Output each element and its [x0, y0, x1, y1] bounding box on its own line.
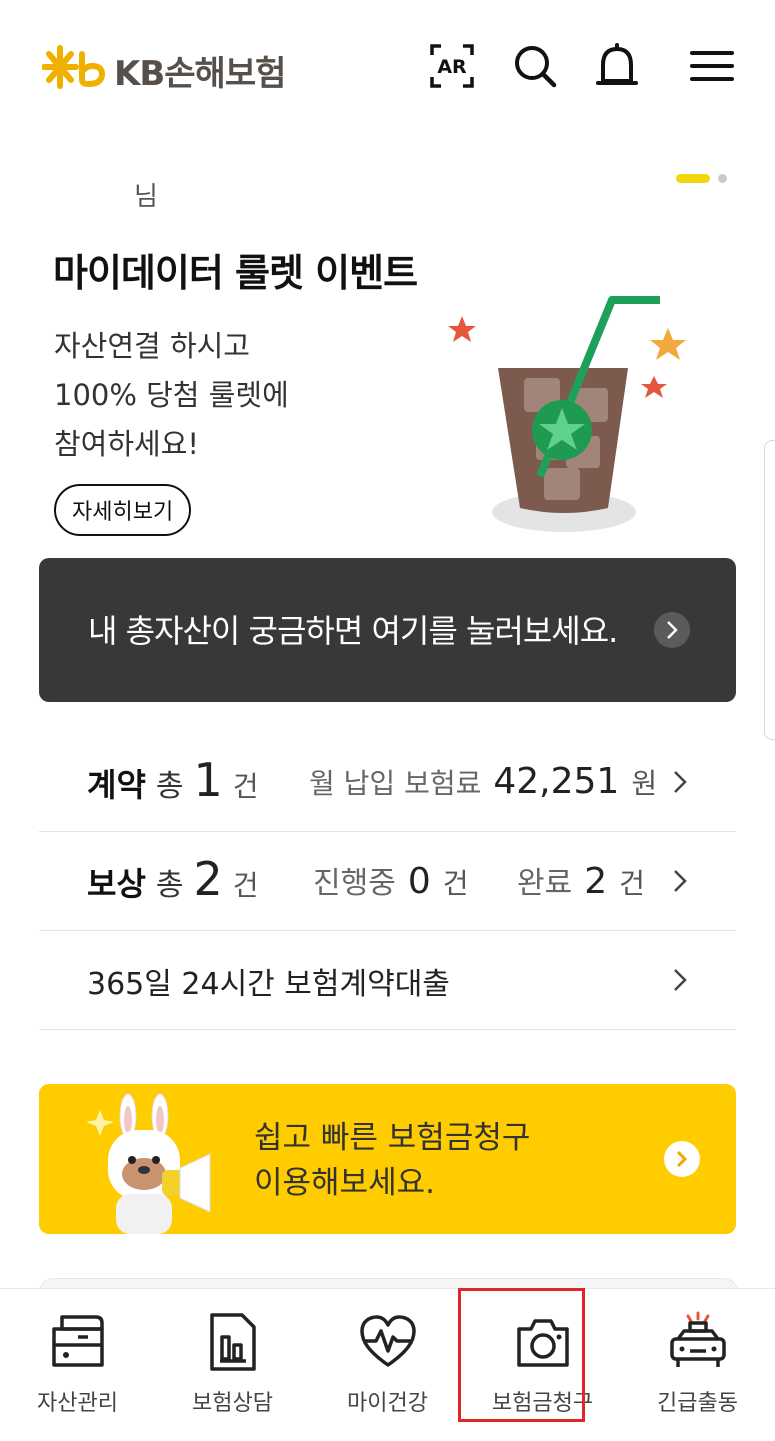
heart-pulse-icon	[359, 1315, 416, 1367]
search-icon[interactable]	[511, 42, 559, 90]
claim-label: 보상	[87, 865, 146, 903]
brand-logo-text: KB손해보험	[114, 54, 286, 94]
contract-total-word: 총	[155, 769, 184, 804]
claim-summary-row[interactable]: 보상 총 2 건 진행중 0 건 완료 2 건	[39, 832, 736, 931]
contract-count-group: 계약 총 1 건	[87, 753, 259, 807]
contract-count-unit: 건	[232, 770, 259, 803]
banner-page-indicator	[676, 174, 727, 183]
in-progress-label: 진행중	[313, 866, 396, 901]
premium-unit: 원	[631, 767, 658, 800]
banner-title: 마이데이터 룰렛 이벤트	[53, 251, 418, 295]
total-assets-text: 내 총자산이 궁금하면 여기를 눌러보세요.	[88, 612, 618, 650]
done-label: 완료	[517, 866, 573, 901]
insurance-loan-row[interactable]: 365일 24시간 보험계약대출	[39, 931, 736, 1030]
premium-label: 월 납입 보험료	[309, 767, 482, 800]
premium-group: 월 납입 보험료 42,251 원	[309, 761, 657, 802]
banner-description: 자산연결 하시고 100% 당첨 룰렛에 참여하세요!	[54, 329, 289, 461]
claim-count-unit: 건	[232, 869, 259, 902]
nav-item-emergency-dispatch[interactable]: 긴급출동	[620, 1289, 775, 1441]
menu-icon[interactable]	[688, 42, 736, 90]
ar-icon[interactable]: AR	[428, 42, 476, 90]
indicator-active-dot	[676, 174, 710, 183]
contract-count: 1	[193, 753, 223, 807]
claim-count: 2	[193, 852, 223, 906]
llama-mascot-illustration	[70, 1090, 220, 1234]
claim-total-word: 총	[155, 868, 184, 903]
claim-promo-text: 쉽고 빠른 보험금청구 이용해보세요.	[254, 1120, 531, 1201]
emergency-car-icon	[669, 1311, 726, 1367]
claim-count-group: 보상 총 2 건	[87, 852, 259, 906]
done-group: 완료 2 건	[517, 858, 645, 902]
side-panel-handle[interactable]	[764, 440, 775, 740]
chevron-right-icon	[674, 870, 687, 892]
insurance-loan-text: 365일 24시간 보험계약대출	[87, 967, 450, 1002]
chevron-right-icon	[654, 612, 690, 648]
document-chart-icon	[209, 1313, 256, 1371]
nav-item-asset-management[interactable]: 자산관리	[0, 1289, 155, 1441]
premium-value: 42,251	[493, 761, 620, 802]
in-progress-group: 진행중 0 건	[313, 858, 468, 902]
kb-star-logo-icon	[41, 44, 108, 90]
detail-button[interactable]: 자세히보기	[54, 484, 192, 536]
nav-label: 마이건강	[347, 1391, 428, 1416]
indicator-dot	[718, 174, 727, 183]
nav-label: 긴급출동	[657, 1391, 738, 1416]
nav-label: 자산관리	[37, 1391, 118, 1416]
in-progress-count: 0	[407, 861, 431, 902]
bottom-navigation: 자산관리 보험상담 마이건강 보험금청구 긴급출동	[0, 1288, 775, 1441]
nav-label: 보험상담	[192, 1391, 273, 1416]
contract-summary-row[interactable]: 계약 총 1 건 월 납입 보험료 42,251 원	[39, 733, 736, 832]
nav-highlight-box	[458, 1288, 585, 1422]
asset-icon	[51, 1315, 104, 1367]
ar-icon-label: AR	[437, 56, 467, 78]
nav-item-my-health[interactable]: 마이건강	[310, 1289, 465, 1441]
done-count: 2	[584, 861, 608, 902]
in-progress-unit: 건	[442, 867, 469, 900]
nav-item-insurance-consult[interactable]: 보험상담	[155, 1289, 310, 1441]
chevron-right-icon	[674, 771, 687, 793]
iced-drink-illustration	[440, 290, 690, 540]
bell-icon[interactable]	[593, 42, 641, 90]
contract-label: 계약	[87, 766, 146, 804]
done-unit: 건	[619, 867, 645, 900]
chevron-right-icon	[674, 969, 687, 991]
arrow-right-circle-icon[interactable]	[664, 1141, 700, 1177]
user-greeting: 님	[134, 182, 158, 212]
